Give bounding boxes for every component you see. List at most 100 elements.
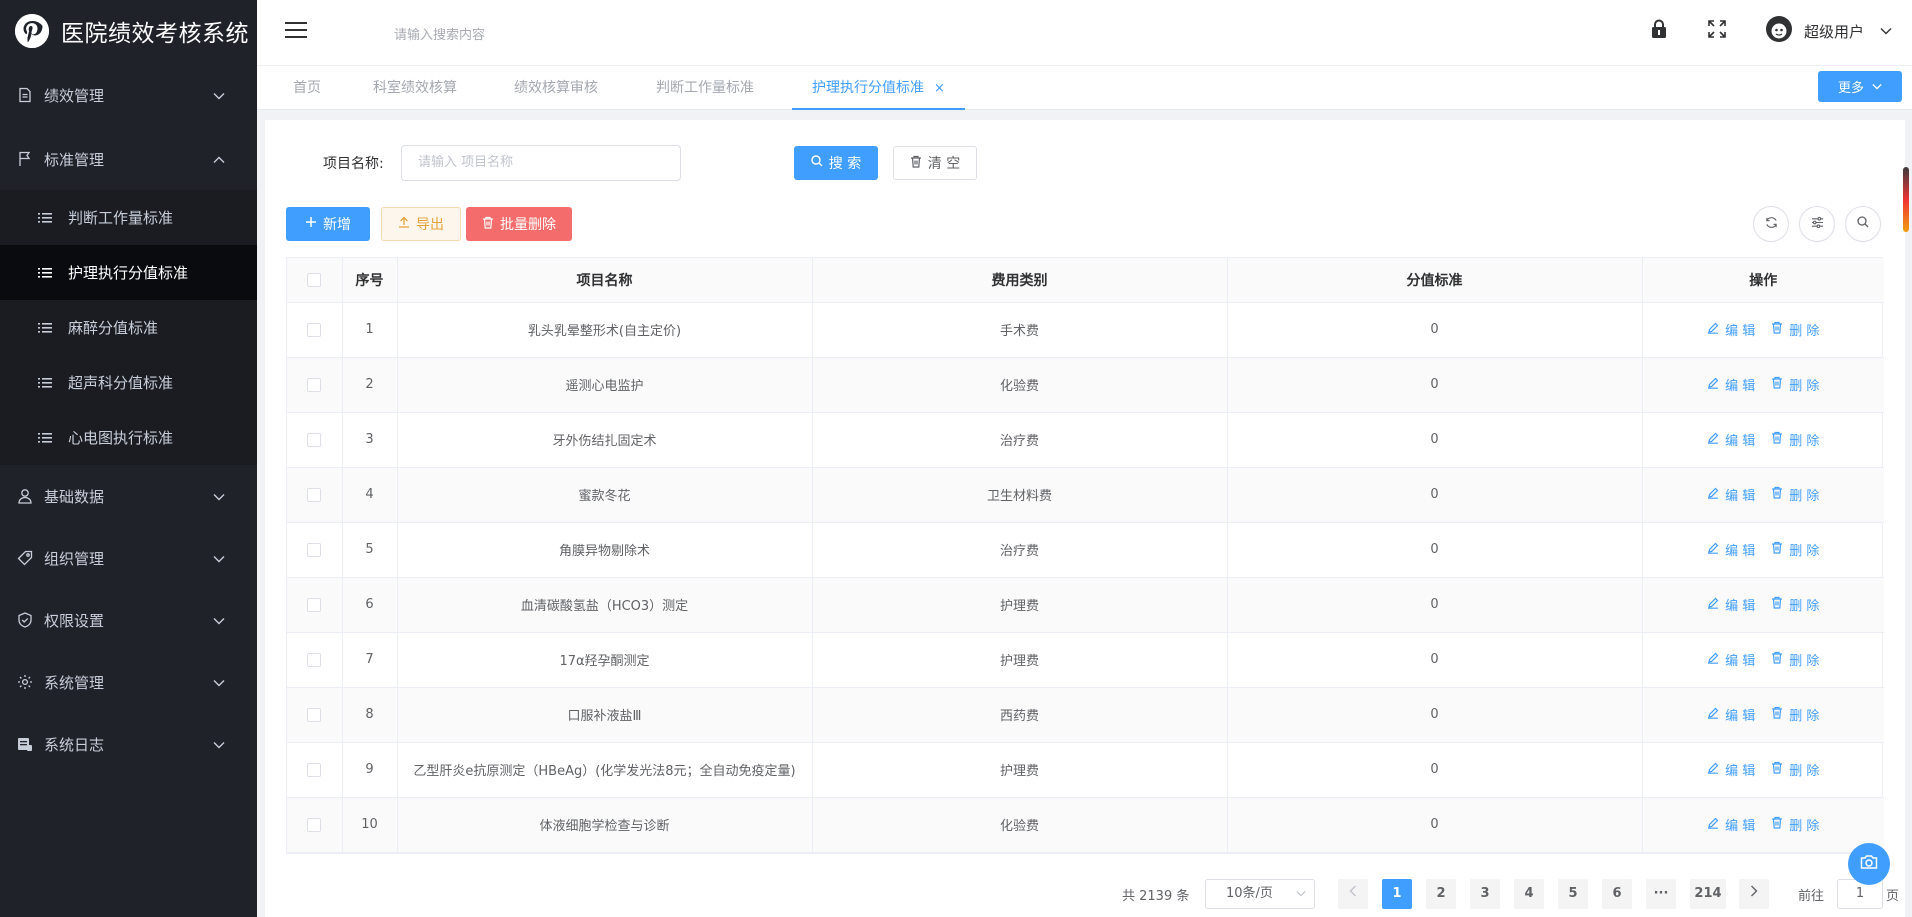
- column-settings-button[interactable]: [1799, 206, 1835, 242]
- row-checkbox[interactable]: [287, 797, 343, 853]
- trash-icon: [1771, 761, 1783, 778]
- row-checkbox[interactable]: [287, 632, 343, 688]
- cell-no: 1: [342, 302, 398, 358]
- menu-label: 绩效管理: [44, 86, 105, 105]
- edit-button[interactable]: 编 辑: [1707, 375, 1755, 394]
- delete-button[interactable]: 删 除: [1771, 540, 1819, 559]
- cell-actions: 编 辑删 除: [1642, 577, 1884, 633]
- delete-button[interactable]: 删 除: [1771, 760, 1819, 779]
- edit-button[interactable]: 编 辑: [1707, 705, 1755, 724]
- delete-button[interactable]: 删 除: [1771, 320, 1819, 339]
- page-button[interactable]: 1: [1382, 879, 1412, 909]
- prev-page-button[interactable]: [1338, 879, 1368, 909]
- delete-button[interactable]: 删 除: [1771, 430, 1819, 449]
- page-scrollbar[interactable]: [1903, 167, 1909, 232]
- cell-category: 化验费: [812, 797, 1228, 853]
- menu-item-system-management[interactable]: 系统管理: [0, 651, 257, 713]
- edit-button[interactable]: 编 辑: [1707, 760, 1755, 779]
- batch-delete-label: 批量删除: [500, 217, 556, 233]
- chevron-down-icon: [1296, 880, 1306, 908]
- screenshot-button[interactable]: [1848, 843, 1890, 885]
- delete-button[interactable]: 删 除: [1771, 485, 1819, 504]
- app-logo[interactable]: 医院绩效考核系统: [0, 0, 257, 62]
- menu-item-basic-data[interactable]: 基础数据: [0, 465, 257, 527]
- global-search-input[interactable]: 请输入搜索内容: [394, 24, 485, 43]
- edit-button[interactable]: 编 辑: [1707, 815, 1755, 834]
- select-all-checkbox[interactable]: [287, 258, 343, 303]
- page-button[interactable]: 3: [1470, 879, 1500, 909]
- user-name[interactable]: 超级用户: [1804, 21, 1864, 42]
- sidebar-item-ultrasound-standard[interactable]: 超声科分值标准: [0, 355, 257, 410]
- close-icon[interactable]: ×: [934, 81, 945, 96]
- delete-button[interactable]: 删 除: [1771, 815, 1819, 834]
- upload-icon: [398, 216, 410, 232]
- table-row: 6 血清碳酸氢盐（HCO3）测定 护理费 0 编 辑 删 除: [287, 577, 1884, 633]
- page-button[interactable]: 4: [1514, 879, 1544, 909]
- sidebar-item-anesthesia-standard[interactable]: 麻醉分值标准: [0, 300, 257, 355]
- page-button[interactable]: 5: [1558, 879, 1588, 909]
- sidebar-item-workload-standard[interactable]: 判断工作量标准: [0, 190, 257, 245]
- hamburger-menu-icon[interactable]: [285, 21, 307, 43]
- row-checkbox[interactable]: [287, 357, 343, 413]
- refresh-button[interactable]: [1753, 206, 1789, 242]
- edit-button[interactable]: 编 辑: [1707, 320, 1755, 339]
- sidebar-item-ecg-standard[interactable]: 心电图执行标准: [0, 410, 257, 465]
- tab-workload-standard[interactable]: 判断工作量标准: [656, 66, 754, 110]
- menu-item-performance[interactable]: 绩效管理: [0, 62, 257, 128]
- next-page-button[interactable]: [1739, 879, 1769, 909]
- menu-item-organization[interactable]: 组织管理: [0, 527, 257, 589]
- fullscreen-icon[interactable]: [1708, 20, 1726, 42]
- clear-button[interactable]: 清 空: [893, 146, 977, 180]
- sidebar-item-nursing-standard[interactable]: 护理执行分值标准: [0, 245, 257, 300]
- batch-delete-button[interactable]: 批量删除: [466, 207, 572, 241]
- page-button[interactable]: 2: [1426, 879, 1456, 909]
- row-checkbox[interactable]: [287, 742, 343, 798]
- edit-button[interactable]: 编 辑: [1707, 595, 1755, 614]
- delete-label: 删 除: [1789, 763, 1820, 779]
- tab-dept-performance[interactable]: 科室绩效核算: [373, 66, 457, 110]
- menu-item-system-log[interactable]: 系统日志: [0, 713, 257, 775]
- top-right-actions: 超级用户: [1650, 0, 1892, 62]
- row-checkbox[interactable]: [287, 302, 343, 358]
- tab-performance-audit[interactable]: 绩效核算审核: [514, 66, 598, 110]
- row-checkbox[interactable]: [287, 412, 343, 468]
- search-button[interactable]: 搜 索: [794, 146, 878, 180]
- row-checkbox[interactable]: [287, 522, 343, 578]
- row-checkbox[interactable]: [287, 687, 343, 743]
- page-ellipsis[interactable]: ···: [1646, 879, 1676, 909]
- delete-button[interactable]: 删 除: [1771, 595, 1819, 614]
- menu-label: 基础数据: [44, 487, 105, 506]
- trash-icon: [1771, 321, 1783, 338]
- edit-button[interactable]: 编 辑: [1707, 540, 1755, 559]
- delete-label: 删 除: [1789, 708, 1820, 724]
- row-checkbox[interactable]: [287, 577, 343, 633]
- page-button[interactable]: 6: [1602, 879, 1632, 909]
- edit-label: 编 辑: [1725, 434, 1756, 450]
- chevron-down-icon[interactable]: [1880, 23, 1892, 39]
- project-name-input[interactable]: 请输入 项目名称: [401, 145, 681, 181]
- row-checkbox[interactable]: [287, 467, 343, 523]
- edit-button[interactable]: 编 辑: [1707, 430, 1755, 449]
- tab-home[interactable]: 首页: [293, 66, 321, 110]
- menu-item-permissions[interactable]: 权限设置: [0, 589, 257, 651]
- tab-nursing-standard[interactable]: 护理执行分值标准 ×: [792, 66, 965, 110]
- menu-item-standards[interactable]: 标准管理: [0, 128, 257, 190]
- edit-button[interactable]: 编 辑: [1707, 485, 1755, 504]
- page-button[interactable]: 214: [1690, 879, 1726, 909]
- delete-button[interactable]: 删 除: [1771, 650, 1819, 669]
- cell-score: 0: [1227, 357, 1643, 413]
- delete-label: 删 除: [1789, 433, 1820, 449]
- edit-icon: [1707, 817, 1719, 833]
- delete-button[interactable]: 删 除: [1771, 375, 1819, 394]
- table-row: 7 17α羟孕酮测定 护理费 0 编 辑 删 除: [287, 632, 1884, 688]
- edit-button[interactable]: 编 辑: [1707, 650, 1755, 669]
- add-button[interactable]: 新增: [286, 207, 370, 241]
- delete-button[interactable]: 删 除: [1771, 705, 1819, 724]
- avatar[interactable]: [1765, 16, 1792, 46]
- cell-no: 10: [342, 797, 398, 853]
- lock-icon[interactable]: [1650, 19, 1668, 43]
- export-button[interactable]: 导出: [381, 207, 461, 241]
- page-size-select[interactable]: 10条/页: [1205, 879, 1315, 909]
- more-button[interactable]: 更多: [1818, 71, 1902, 102]
- toggle-search-button[interactable]: [1845, 206, 1881, 242]
